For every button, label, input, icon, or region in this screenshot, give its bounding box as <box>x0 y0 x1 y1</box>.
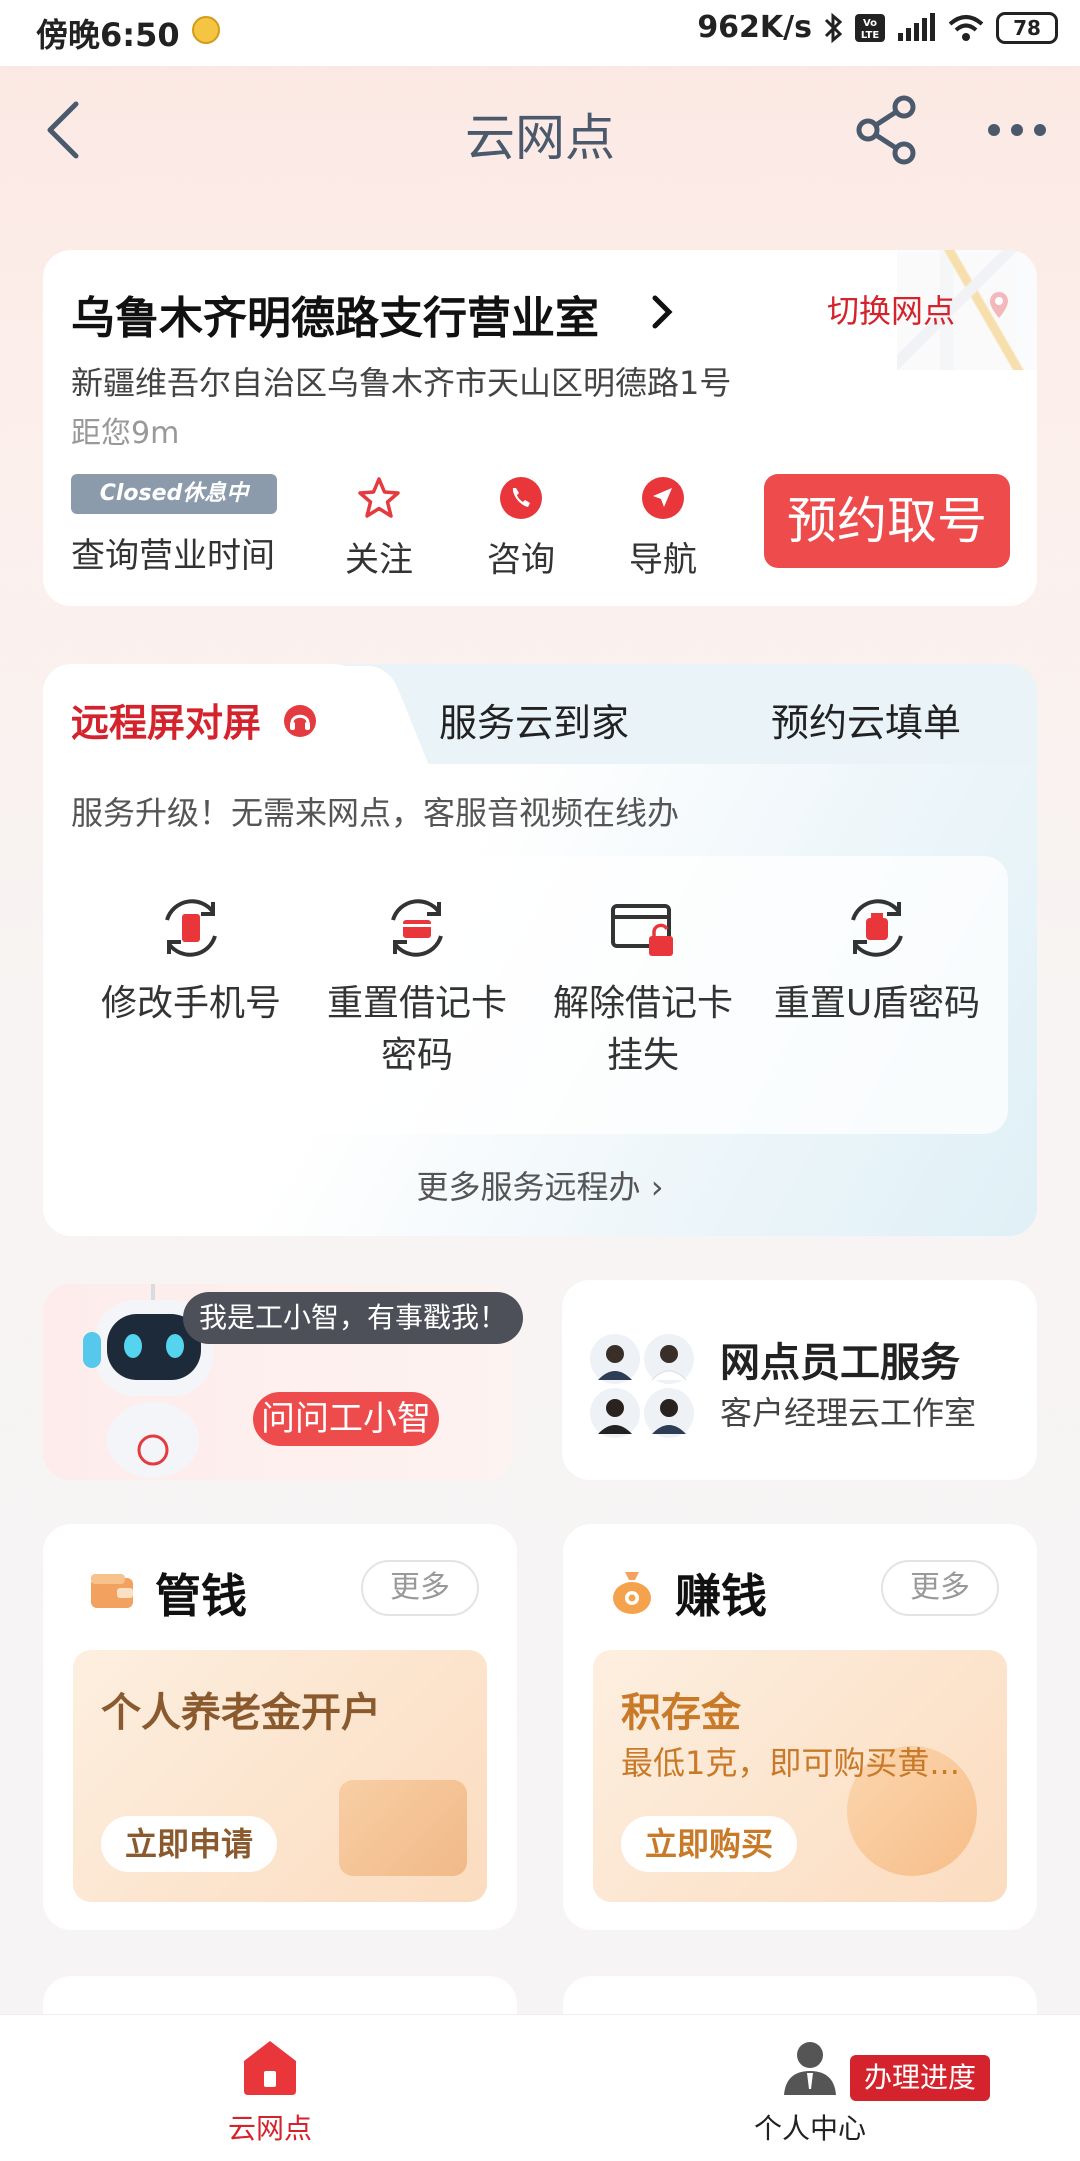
service-unlock-card[interactable]: 解除借记卡挂失 <box>538 890 748 1082</box>
star-icon <box>358 477 400 518</box>
branch-card: 乌鲁木齐明德路支行营业室 切换网点 新疆维吾尔自治区乌鲁木齐市天山区明德路1号 … <box>43 250 1037 606</box>
volte-icon: VoLTE <box>855 13 885 42</box>
earn-money-card: 赚钱 更多 积存金 最低1克，即可购买黄... 立即购买 <box>563 1524 1037 1930</box>
promo-subtitle: 最低1克，即可购买黄... <box>621 1744 960 1782</box>
service-grid: 修改手机号 重置借记卡密码 解除借记卡挂失 重置U盾密码 <box>72 856 1008 1134</box>
tab-remote-screen[interactable]: 远程屏对屏 <box>71 692 261 747</box>
staff-avatars-icon <box>590 1334 694 1438</box>
consult-label: 咨询 <box>487 540 555 580</box>
ukey-refresh-icon <box>851 899 903 957</box>
assistant-card[interactable]: 我是工小智，有事戳我！ 问问工小智 <box>43 1284 524 1480</box>
service-description: 服务升级！无需来网点，客服音视频在线办 <box>71 794 680 832</box>
book-number-button[interactable]: 预约取号 <box>764 474 1010 568</box>
bottom-nav: 云网点 个人中心 办理进度 <box>0 2014 1080 2161</box>
pension-promo[interactable]: 个人养老金开户 立即申请 <box>73 1650 487 1902</box>
svg-text:Vo: Vo <box>863 18 877 29</box>
follow-button[interactable]: 关注 <box>329 474 429 581</box>
wifi-icon <box>948 14 984 41</box>
more-remote-services-link[interactable]: 更多服务远程办 › <box>43 1162 1037 1208</box>
staff-service-title: 网点员工服务 <box>720 1340 960 1386</box>
service-change-phone[interactable]: 修改手机号 <box>86 890 296 1030</box>
person-icon <box>784 2042 836 2095</box>
navigate-button[interactable]: 导航 <box>613 474 713 581</box>
remote-services-card: 远程屏对屏 服务云到家 预约云填单 服务升级！无需来网点，客服音视频在线办 修改… <box>43 664 1037 1236</box>
branch-name[interactable]: 乌鲁木齐明德路支行营业室 <box>71 282 599 346</box>
branch-address: 新疆维吾尔自治区乌鲁木齐市天山区明德路1号 <box>71 364 732 402</box>
tab-service-home[interactable]: 服务云到家 <box>439 692 629 747</box>
apply-now-button[interactable]: 立即申请 <box>101 1816 278 1872</box>
card-refresh-icon <box>391 899 443 957</box>
consult-button[interactable]: 咨询 <box>471 474 571 581</box>
location-pin-icon[interactable] <box>988 290 1010 320</box>
manage-money-title: 管钱 <box>155 1569 247 1623</box>
svg-text:LTE: LTE <box>861 30 880 41</box>
headset-icon <box>284 705 316 737</box>
staff-service-subtitle: 客户经理云工作室 <box>720 1394 977 1432</box>
promo-title: 积存金 <box>621 1690 741 1736</box>
follow-label: 关注 <box>345 540 413 580</box>
share-button[interactable] <box>854 95 920 165</box>
assistant-bubble: 我是工小智，有事戳我！ <box>183 1292 524 1344</box>
promo-title: 个人养老金开户 <box>101 1690 381 1736</box>
earn-money-more-button[interactable]: 更多 <box>881 1560 999 1616</box>
chevron-right-icon: › <box>650 1168 664 1206</box>
ask-assistant-button[interactable]: 问问工小智 <box>253 1392 439 1446</box>
bluetooth-icon <box>824 12 843 43</box>
buy-now-button[interactable]: 立即购买 <box>621 1816 798 1872</box>
card-unlock-icon <box>611 904 673 956</box>
service-reset-ukey-pin[interactable]: 重置U盾密码 <box>772 890 982 1030</box>
battery-icon: 78 <box>996 11 1058 44</box>
phone-refresh-icon <box>165 899 217 957</box>
staff-service-card[interactable]: 网点员工服务 客户经理云工作室 <box>562 1280 1037 1480</box>
query-hours-link[interactable]: 查询营业时间 <box>71 528 275 577</box>
service-reset-card-pin[interactable]: 重置借记卡密码 <box>312 890 522 1082</box>
closed-status-badge: Closed休息中 <box>71 474 277 514</box>
manage-money-card: 管钱 更多 个人养老金开户 立即申请 <box>43 1524 517 1930</box>
notification-emoji-icon <box>192 16 220 44</box>
network-speed: 962K/s <box>697 10 812 45</box>
nav-label: 云网点 <box>227 2112 312 2145</box>
switch-branch-button[interactable]: 切换网点 <box>827 286 955 332</box>
more-services-label: 更多服务远程办 <box>416 1168 641 1206</box>
manage-money-more-button[interactable]: 更多 <box>361 1560 479 1616</box>
service-label: 解除借记卡挂失 <box>552 983 733 1076</box>
service-label: 修改手机号 <box>100 983 281 1024</box>
navigate-icon <box>642 477 684 519</box>
earn-money-title: 赚钱 <box>675 1569 767 1623</box>
phone-icon <box>500 477 542 519</box>
service-label: 重置U盾密码 <box>773 983 981 1024</box>
status-time: 傍晚6:50 <box>36 16 180 54</box>
home-branch-icon <box>244 2041 296 2095</box>
navigate-label: 导航 <box>629 540 697 580</box>
more-options-button[interactable] <box>984 110 1050 150</box>
nav-label: 个人中心 <box>753 2112 866 2145</box>
status-right: 962K/s Vo LTE 78 <box>697 10 1058 45</box>
gold-promo[interactable]: 积存金 最低1克，即可购买黄... 立即购买 <box>593 1650 1007 1902</box>
chevron-right-icon[interactable] <box>647 290 677 334</box>
branch-distance: 距您9m <box>71 416 180 451</box>
status-bar: 傍晚6:50 962K/s Vo LTE 78 <box>0 0 1080 66</box>
tab-book-form[interactable]: 预约云填单 <box>771 692 961 747</box>
nav-cloud-branch[interactable]: 云网点 <box>170 2037 370 2147</box>
signal-icon <box>898 12 935 41</box>
service-label: 重置借记卡密码 <box>326 983 507 1076</box>
money-bag-icon <box>613 1572 651 1614</box>
card-illustration <box>339 1780 467 1876</box>
progress-badge[interactable]: 办理进度 <box>850 2055 990 2101</box>
wallet-icon <box>91 1574 133 1608</box>
